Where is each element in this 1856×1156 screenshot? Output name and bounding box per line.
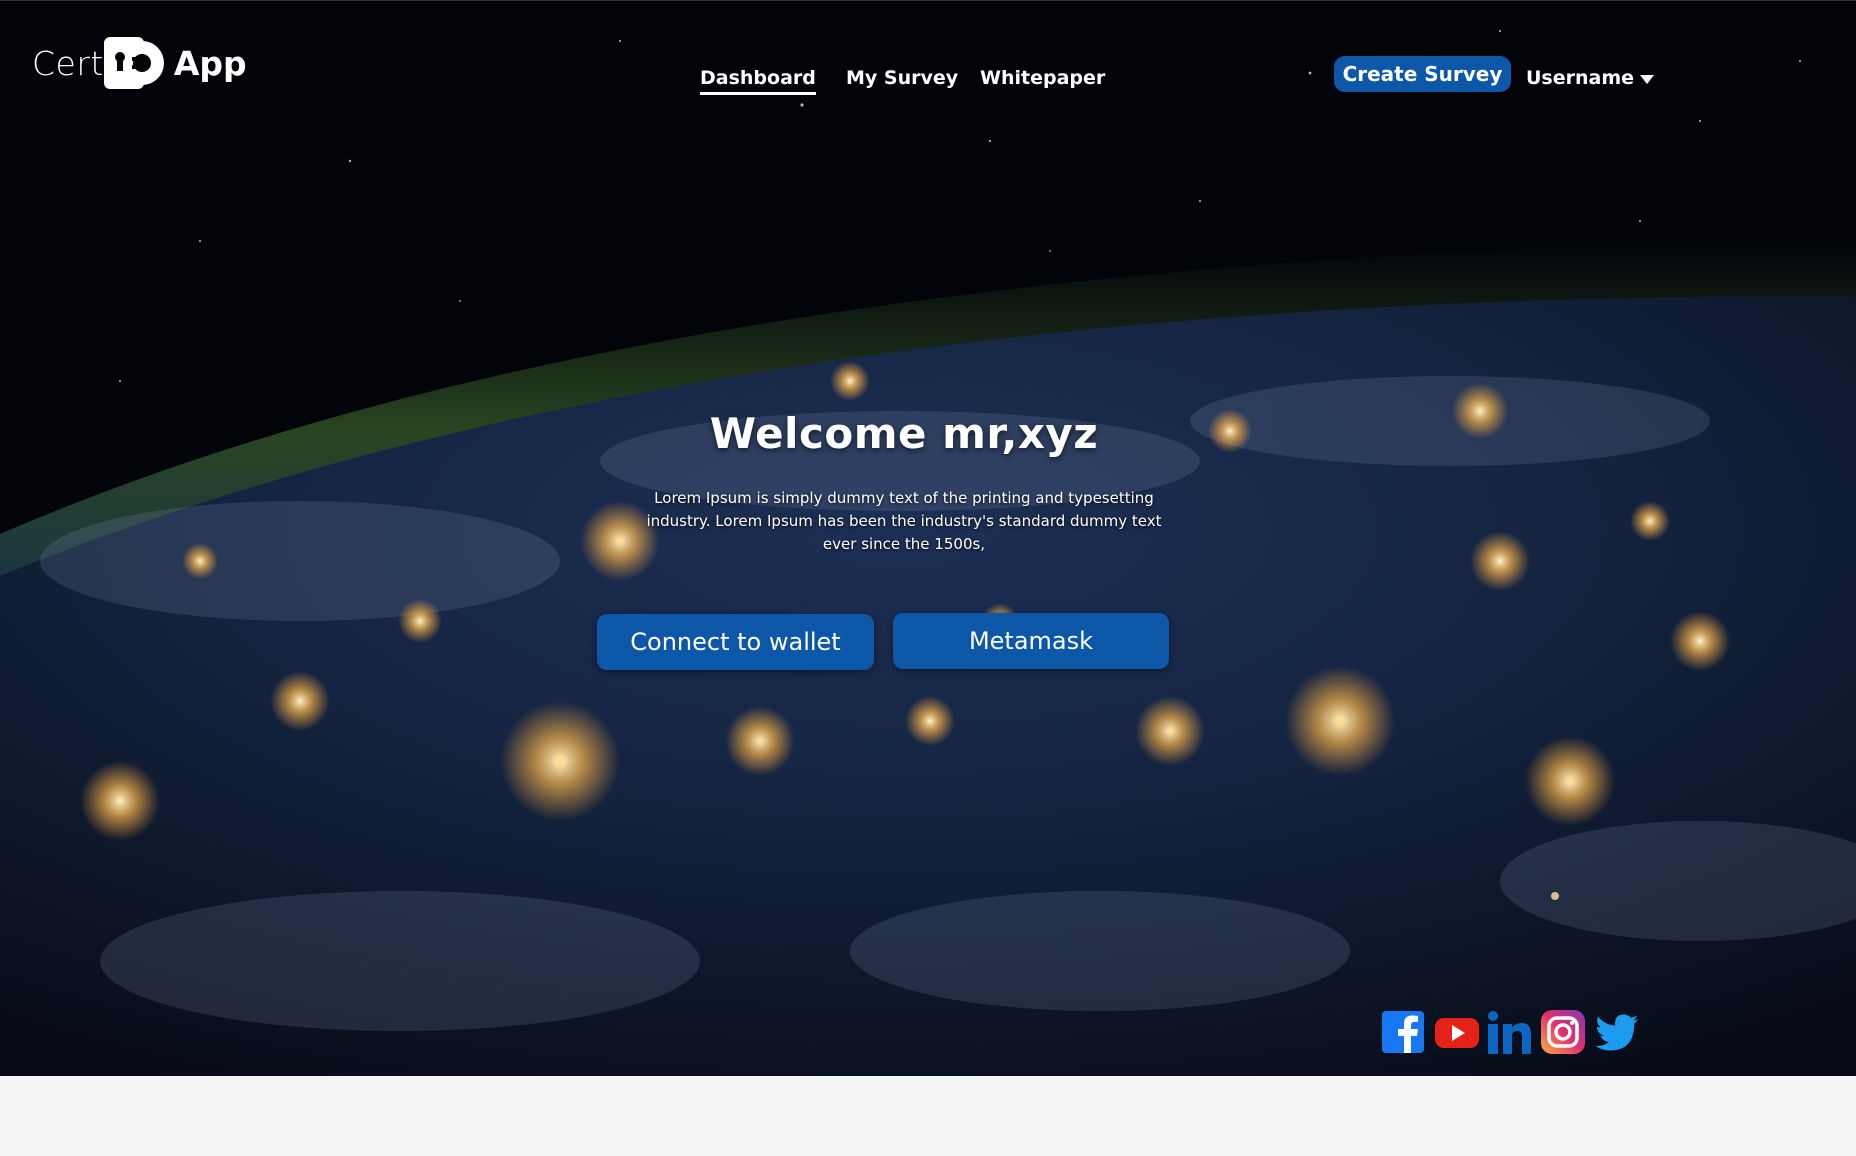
nav-whitepaper[interactable]: Whitepaper: [980, 67, 1105, 89]
metamask-button[interactable]: Metamask: [893, 613, 1169, 669]
create-survey-button[interactable]: Create Survey: [1334, 56, 1511, 92]
footer: [0, 1076, 1856, 1156]
welcome-description: Lorem Ipsum is simply dummy text of the …: [646, 489, 1162, 553]
username-label: Username: [1526, 67, 1635, 89]
nav-my-survey[interactable]: My Survey: [846, 67, 958, 89]
brand-suffix: App: [173, 43, 247, 83]
brand-logo[interactable]: Cert App: [32, 35, 247, 91]
hero-section: Cert App Dashboard My Survey Whitepaper …: [0, 0, 1856, 1076]
nav-dashboard[interactable]: Dashboard: [700, 67, 816, 95]
youtube-icon[interactable]: [1434, 1009, 1480, 1055]
instagram-icon[interactable]: [1540, 1009, 1586, 1055]
connect-wallet-button[interactable]: Connect to wallet: [597, 614, 874, 670]
twitter-icon[interactable]: [1594, 1009, 1640, 1055]
linkedin-icon[interactable]: [1486, 1009, 1532, 1055]
welcome-title: Welcome mr,xyz: [709, 409, 1099, 458]
chevron-down-icon: [1640, 74, 1655, 84]
facebook-icon[interactable]: [1380, 1009, 1426, 1055]
user-menu[interactable]: Username: [1526, 67, 1655, 89]
lock-badge-icon: [102, 35, 172, 91]
brand-prefix: Cert: [32, 43, 104, 83]
